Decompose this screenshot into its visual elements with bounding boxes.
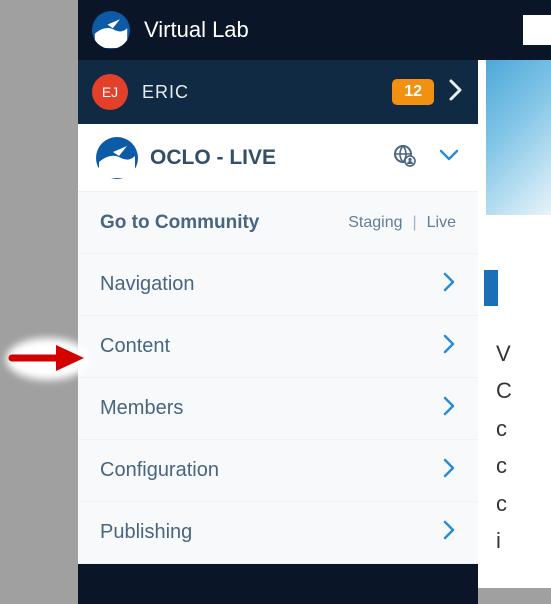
user-bar[interactable]: EJ ERIC 12 — [78, 60, 478, 124]
globe-user-icon[interactable] — [392, 143, 416, 172]
body-text-fragment: V C c c c i — [496, 335, 512, 559]
chevron-down-icon[interactable] — [438, 147, 460, 168]
staging-link[interactable]: Staging — [348, 214, 402, 232]
annotation-arrow-icon — [6, 336, 88, 380]
avatar: EJ — [92, 74, 128, 110]
chevron-right-icon — [442, 271, 456, 298]
chevron-right-icon — [442, 519, 456, 546]
sidebar-item-navigation[interactable]: Navigation — [78, 254, 478, 316]
sidebar-footer — [78, 564, 478, 604]
product-header: Virtual Lab — [78, 0, 478, 60]
sidebar-item-label: Content — [100, 335, 442, 358]
header-right-fragment — [478, 0, 551, 60]
sidebar-item-label: Configuration — [100, 459, 442, 482]
live-link[interactable]: Live — [427, 214, 456, 232]
chevron-right-icon[interactable] — [448, 78, 464, 107]
user-name: ERIC — [142, 82, 378, 103]
sidebar-item-configuration[interactable]: Configuration — [78, 440, 478, 502]
site-selector[interactable]: OCLO - LIVE — [78, 124, 478, 192]
notification-badge[interactable]: 12 — [392, 79, 434, 105]
chevron-right-icon — [442, 395, 456, 422]
site-name: OCLO - LIVE — [150, 146, 380, 170]
go-to-community-row: Go to Community Staging | Live — [78, 192, 478, 254]
accent-bar — [484, 270, 498, 306]
sidebar-item-label: Members — [100, 397, 442, 420]
go-to-community-label: Go to Community — [100, 212, 348, 234]
separator: | — [412, 214, 416, 232]
sidebar-item-content[interactable]: Content — [78, 316, 478, 378]
chevron-right-icon — [442, 333, 456, 360]
sidebar-item-label: Publishing — [100, 521, 442, 544]
sidebar-item-label: Navigation — [100, 273, 442, 296]
product-title: Virtual Lab — [144, 17, 249, 43]
hero-banner-fragment — [478, 60, 551, 215]
noaa-logo-icon — [92, 11, 130, 49]
sidebar-item-publishing[interactable]: Publishing — [78, 502, 478, 564]
admin-sidebar: Virtual Lab EJ ERIC 12 OCLO - LIVE — [78, 0, 478, 588]
site-logo-icon — [96, 137, 138, 179]
sidebar-item-members[interactable]: Members — [78, 378, 478, 440]
chevron-right-icon — [442, 457, 456, 484]
